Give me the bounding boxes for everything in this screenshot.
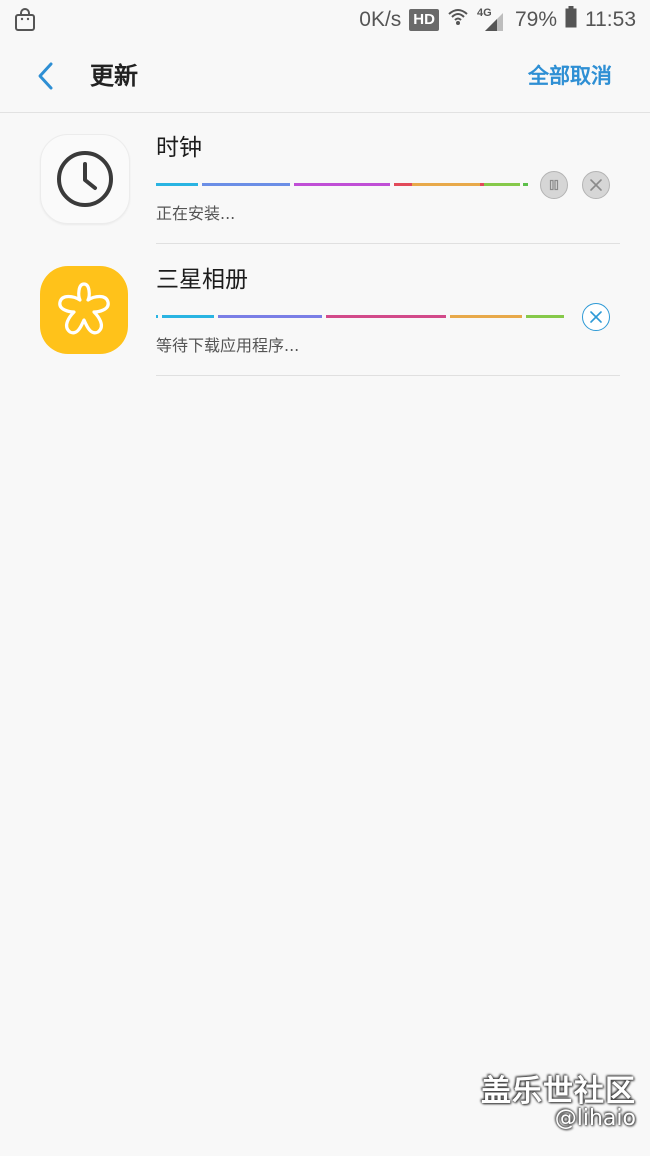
back-button[interactable]: [28, 58, 62, 94]
page-title: 更新: [90, 62, 138, 90]
cancel-all-button[interactable]: 全部取消: [528, 58, 612, 94]
progress-indicator: [156, 315, 564, 318]
divider: [156, 375, 620, 376]
progress-indicator-tail: [412, 183, 528, 186]
status-right: 0K/s HD 4G 79% 11:53: [359, 6, 636, 34]
hd-badge: HD: [409, 9, 439, 31]
battery-percent: 79%: [514, 8, 557, 31]
list-item: 时钟 正在安装...: [0, 112, 650, 244]
shopping-bag-icon: [14, 8, 36, 32]
net-speed: 0K/s: [359, 8, 402, 31]
list-item: 三星相册 等待下载应用程序...: [0, 244, 650, 376]
app-name: 三星相册: [156, 267, 248, 293]
clock-icon: [57, 151, 113, 207]
app-name: 时钟: [156, 135, 202, 161]
status-text: 等待下载应用程序...: [156, 336, 300, 355]
watermark-site: 盖乐世社区: [481, 1074, 636, 1109]
pause-icon: [549, 179, 559, 191]
cancel-button[interactable]: [582, 303, 610, 331]
status-text: 正在安装...: [156, 204, 236, 223]
status-clock: 11:53: [585, 8, 636, 31]
cell-signal: 4G: [477, 7, 507, 33]
app-bar: 更新 全部取消: [0, 40, 650, 113]
screen: 0K/s HD 4G 79% 11:53 更新 全部取消 时钟 正在安装... …: [0, 0, 650, 1156]
clock-app-icon[interactable]: [40, 134, 130, 224]
gallery-flower-icon: [58, 282, 110, 335]
status-bar: 0K/s HD 4G 79% 11:53: [0, 0, 650, 40]
cancel-button[interactable]: [582, 171, 610, 199]
chevron-left-icon: [38, 62, 53, 90]
watermark-user: @lihaio: [554, 1106, 636, 1131]
signal-icon: [483, 11, 505, 39]
wifi-icon: [447, 6, 469, 34]
pause-button[interactable]: [540, 171, 568, 199]
close-icon: [590, 179, 602, 191]
battery-icon: [565, 6, 577, 34]
gallery-app-icon[interactable]: [40, 266, 128, 354]
close-icon: [590, 311, 602, 323]
